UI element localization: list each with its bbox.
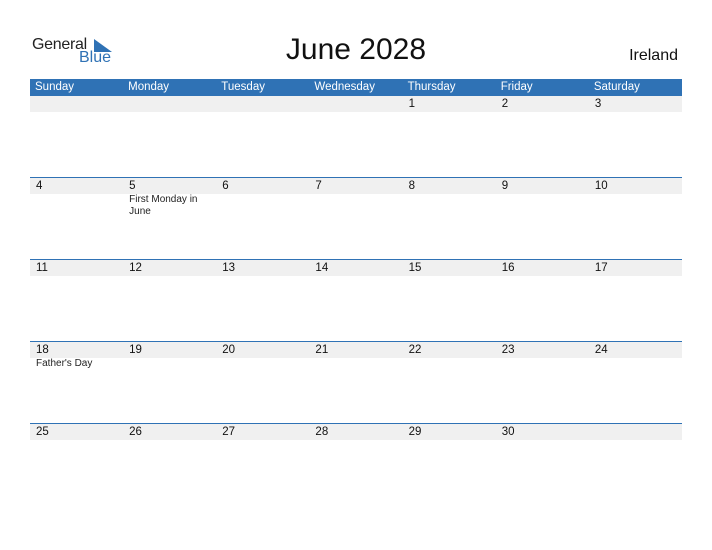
holiday-label xyxy=(309,358,402,370)
day-number: 3 xyxy=(594,98,602,110)
day-number: 25 xyxy=(36,426,49,438)
page-title: June 2028 xyxy=(285,33,427,66)
holiday-label xyxy=(589,194,682,218)
day-number: 2 xyxy=(501,98,509,110)
day-number: 29 xyxy=(408,426,422,438)
day-number xyxy=(30,96,123,112)
day-number: 26 xyxy=(129,426,142,438)
events-row: Father's Day xyxy=(30,358,682,370)
day-number: 6 xyxy=(222,180,229,192)
week-row: 18 19 20 21 22 23 24 Father's Day xyxy=(30,341,682,423)
day-number: 30 xyxy=(501,426,515,438)
day-number: 24 xyxy=(594,344,608,356)
week-row: 4 5 6 7 8 9 10 First Monday in June xyxy=(30,177,682,259)
day-number: 10 xyxy=(594,180,608,192)
weekday-friday: Friday xyxy=(500,81,533,93)
day-number: 11 xyxy=(36,262,48,274)
day-number: 14 xyxy=(315,262,329,274)
holiday-label xyxy=(589,358,682,370)
day-number: 17 xyxy=(594,262,608,274)
holiday-label xyxy=(30,194,123,218)
day-number: 4 xyxy=(36,180,43,192)
day-number: 9 xyxy=(501,180,509,192)
day-number: 21 xyxy=(315,344,329,356)
holiday-label xyxy=(309,194,402,218)
calendar-grid: Sunday Monday Tuesday Wednesday Thursday… xyxy=(30,79,682,505)
holiday-label: First Monday in June xyxy=(129,194,198,217)
day-number: 5 xyxy=(129,180,136,192)
day-number xyxy=(123,96,216,112)
day-number: 12 xyxy=(129,262,142,274)
weekday-header: Sunday Monday Tuesday Wednesday Thursday… xyxy=(30,79,682,96)
day-number-bar: 18 19 20 21 22 23 24 xyxy=(30,342,682,358)
events-row: First Monday in June xyxy=(30,194,682,218)
day-number xyxy=(309,96,402,112)
day-number: 18 xyxy=(36,344,49,356)
holiday-label xyxy=(123,358,216,370)
holiday-label: Father's Day xyxy=(36,358,93,369)
day-number: 22 xyxy=(408,344,422,356)
day-number: 7 xyxy=(315,180,322,192)
holiday-label xyxy=(216,194,309,218)
weekday-saturday: Saturday xyxy=(593,81,640,93)
day-number: 28 xyxy=(315,426,329,438)
holiday-label xyxy=(403,358,496,370)
day-number: 23 xyxy=(501,344,515,356)
holiday-label xyxy=(496,358,589,370)
holiday-label xyxy=(403,194,496,218)
weekday-tuesday: Tuesday xyxy=(221,81,265,93)
weekday-thursday: Thursday xyxy=(407,81,456,93)
day-number: 27 xyxy=(222,426,236,438)
day-number: 16 xyxy=(501,262,515,274)
holiday-label xyxy=(216,358,309,370)
weekday-wednesday: Wednesday xyxy=(314,81,375,93)
weekday-sunday: Sunday xyxy=(35,81,75,93)
day-number-bar: 25 26 27 28 29 30 xyxy=(30,424,682,440)
weekday-monday: Monday xyxy=(128,81,170,93)
day-number: 19 xyxy=(129,344,142,356)
day-number: 1 xyxy=(408,98,415,110)
day-number: 8 xyxy=(408,180,415,192)
day-number-bar: 11 12 13 14 15 16 17 xyxy=(30,260,682,276)
country-label: Ireland xyxy=(629,47,678,64)
day-number-bar: 1 2 3 xyxy=(30,96,682,112)
day-number-bar: 4 5 6 7 8 9 10 xyxy=(30,178,682,194)
day-number xyxy=(216,96,309,112)
holiday-label xyxy=(496,194,589,218)
day-number: 20 xyxy=(222,344,236,356)
week-row: 11 12 13 14 15 16 17 xyxy=(30,259,682,341)
week-row: 1 2 3 xyxy=(30,96,682,177)
day-number: 13 xyxy=(222,262,236,274)
day-number: 15 xyxy=(408,262,422,274)
day-number xyxy=(589,424,682,440)
week-row: 25 26 27 28 29 30 xyxy=(30,423,682,505)
